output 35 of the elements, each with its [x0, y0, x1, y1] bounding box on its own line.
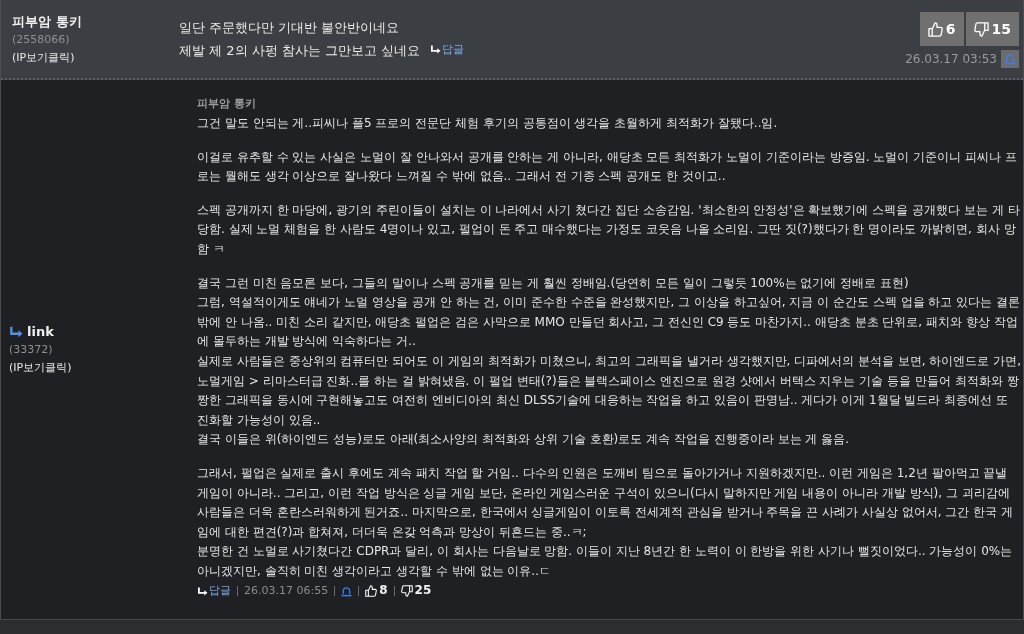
post-text: 분명한 건 노멀로 사기쳤다간 CDPR과 달리, 이 회사는 다음날로 망함. 이들이 지난 8년간 한 노력이 이 한방을 위한 사기나 뻘짓이었다.. 가능성이 0%는 아니겠지만, 솔직히 미친 생각이라고 생각할 수 밖에 없는 이유..ㄷ	[197, 543, 1014, 580]
thumbs-up-icon	[365, 585, 378, 598]
downvote-button[interactable]: 15	[965, 12, 1019, 46]
post-text: 결국 그런 미친 음모론 보다, 그들의 말이나 스펙 공개를 믿는 게 훨씬 정배임.(당연히 모든 일이 그렇듯 100%는 없기에 정배로 표현)	[197, 274, 910, 292]
comment-text: 일단 주문했다만 기대반 불안반이네요	[179, 19, 400, 35]
author-name: 피부암 통키	[12, 12, 82, 30]
bell-icon	[1004, 53, 1016, 65]
post-text: 결국 이들은 위(하이엔드 성능)로도 아래(최소사양의 최적화와 상위 기술 호환)로도 계속 작업을 진행중이라 보는 게 옳음.	[197, 431, 850, 449]
thumbs-up-icon	[927, 21, 943, 37]
timestamp: 26.03.17 03:53	[905, 51, 997, 68]
user-id: (2558066)	[12, 32, 70, 46]
author-name: link	[27, 323, 54, 340]
post-text: 그럼, 역설적이게도 얘네가 노멀 영상을 공개 안 하는 건, 이미 준수한 수준을 완성했지만, 그 이상을 하고싶어, 지금 이 순간도 스펙 업을 하고 있다는 결론 밖에 안 나옴.. 미친 소리 같지만, 애당초 펄업은 검은 사막으로 MMO 만들던 회사고, 그 전신인 C9 등도 마찬가지.. 애당초 분초 단위로, 패치와 향상 작업에 몰두하는 개발 방식에 익숙하다는 거..	[197, 294, 1021, 351]
reply-arrow-icon	[9, 325, 23, 338]
ip-link[interactable]: (IP보기클릭)	[9, 361, 72, 374]
downvote-button[interactable]: 25	[400, 581, 432, 602]
upvote-button[interactable]: 6	[919, 12, 964, 46]
thumbs-down-icon	[973, 21, 989, 37]
timestamp: 26.03.17 06:55	[244, 583, 329, 600]
reply-arrow-icon	[197, 586, 208, 596]
post-text: 그건 말도 안되는 게..피씨나 플5 프로의 전문단 체험 후기의 공통점이 생각을 초월하게 최적화가 잘됐다..임.	[197, 115, 779, 132]
reply-link[interactable]: 답글	[430, 38, 465, 61]
thumbs-down-icon	[400, 585, 413, 598]
upvote-button[interactable]: 8	[365, 581, 388, 602]
post-text: 그래서, 펄업은 실제로 출시 후에도 계속 패치 작업 할 거임.. 다수의 인원은 도깨비 팀으로 돌아가거나 지원하겠지만.. 이런 게임은 1,2년 팔아먹고 끝낼 게임이 아니라.. 그리고, 이런 작업 방식은 싱글 게임 보단, 온라인 게임스러운 구석이 있으니(다시 말하지만 게임 내용이 아니라 개발 방식), 그 괴리감에 사람들은 더욱 혼란스러워하게 된거죠.. 마지막으로, 한국에서 싱글게임이 이토록 전세계적 관심을 받거나 주목을 끈 사례가 사실상 없어서, 그간 한국 게임에 대한 편견(?)과 합쳐져, 더더욱 온갖 억측과 망상이 뒤흔드는 중..ㅋ;	[197, 464, 1014, 541]
ip-link[interactable]: (IP보기클릭)	[12, 50, 75, 64]
post-text: 스펙 공개까지 한 마당에, 광기의 주린이들이 설치는 이 나라에서 사기 쳤다간 집단 소송감임. '최소한의 안정성'은 확보했기에 스펙을 공개했다 보는 게 타당함. 실제 노멀 체험을 한 사람도 4명이나 있고, 펄업이 돈 주고 매수했다는 가정도 코웃음 나올 소리임. 그딴 짓(?)했다가 한 명이라도 까밝히면, 회사 망함 ㅋ	[197, 201, 1021, 258]
post-text: 이걸로 유추할 수 있는 사실은 노멀이 잘 안나와서 공개를 안하는 게 아니라, 애당초 모든 최적화가 노멀이 기준이라는 방증임. 노멀이 기준이니 피씨나 프로는 뭘해도 생각 이상으로 잘나왔다 느껴질 수 밖에 없음.. 그래서 전 기종 스펙 공개도 한 것이고..	[197, 148, 1018, 186]
comment-text: 제발 제 2의 사펑 참사는 그만보고 싶네요	[179, 42, 421, 58]
reply-link[interactable]: 답글	[197, 581, 231, 602]
user-id: (33372)	[9, 343, 53, 356]
reply-to-name: 피부암 통키	[197, 96, 257, 112]
post-text: 실제로 사람들은 중상위의 컴퓨터만 되어도 이 게임의 최적화가 미쳤으니, 최고의 그래픽을 낼거라 생각했지만, 디파에서의 분석을 보면, 하이엔드로 가면, 노멀게임 > 리마스터급 진화..를 하는 걸 밝혀냈음. 이 펄업 변태(?)들은 블랙스페이스 엔진으로 원경 샷에서 버텍스 지우는 기술 등을 만들어 최적화와 짱짱한 그래픽을 동시에 구현해놓고도 여전히 엔비디아의 최신 DLSS기술에 대응하는 작업을 하고 있음이 판명남.. 게다가 이게 1월달 빌드라 최종에선 또 진화할 가능성이 있음..	[197, 352, 1022, 429]
reply-arrow-icon	[430, 45, 442, 55]
bell-icon[interactable]	[341, 585, 353, 597]
